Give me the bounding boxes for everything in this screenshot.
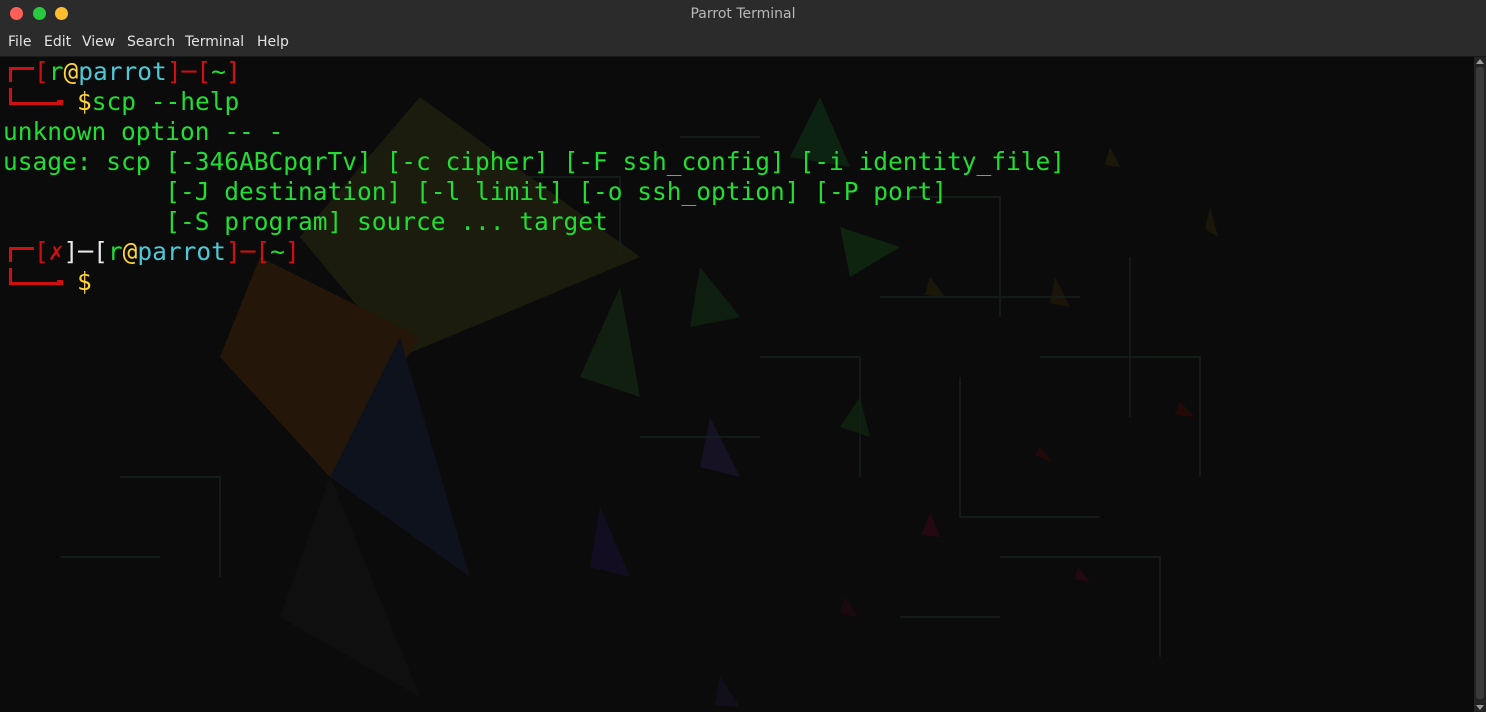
command-line-2[interactable]: $ xyxy=(77,267,92,297)
menu-view[interactable]: View xyxy=(82,34,115,50)
menu-edit[interactable]: Edit xyxy=(44,34,71,50)
menu-file[interactable]: File xyxy=(8,34,31,50)
prompt-dir: ~ xyxy=(211,57,226,86)
output-line-1: unknown option -- - xyxy=(3,117,284,146)
menu-search[interactable]: Search xyxy=(127,34,175,50)
prompt-dash: ─ xyxy=(240,237,256,266)
bracket: [ xyxy=(93,237,108,266)
prompt-dollar: $ xyxy=(77,87,92,116)
bracket: [ xyxy=(255,237,271,266)
scroll-up-icon[interactable] xyxy=(1476,59,1484,64)
scroll-down-icon[interactable] xyxy=(1476,705,1484,710)
terminal-area[interactable]: [r@parrot]─[~] $scp --help unknown optio… xyxy=(0,57,1474,712)
prompt-dollar: $ xyxy=(77,267,92,296)
prompt-frame-bottom xyxy=(9,268,60,285)
prompt-user: r xyxy=(107,237,123,266)
bracket: ] xyxy=(63,237,79,266)
scrollbar-thumb[interactable] xyxy=(1476,67,1484,699)
prompt-at: @ xyxy=(122,237,138,266)
prompt-host: parrot xyxy=(78,57,167,86)
prompt-line-1: [r@parrot]─[~] xyxy=(34,57,241,87)
bracket: [ xyxy=(34,237,49,266)
title-bar: Parrot Terminal xyxy=(0,0,1486,30)
prompt-dash: ─ xyxy=(78,237,94,266)
prompt-frame-tip xyxy=(57,100,63,105)
prompt-dash: ─ xyxy=(181,57,197,86)
prompt-host: parrot xyxy=(137,237,226,266)
bracket: ] xyxy=(225,237,241,266)
prompt-frame-bottom xyxy=(9,88,60,105)
prompt-user: r xyxy=(48,57,64,86)
scrollbar[interactable] xyxy=(1474,57,1486,712)
prompt-at: @ xyxy=(63,57,79,86)
prompt-dir: ~ xyxy=(270,237,285,266)
output-line-2: usage: scp [-346ABCpqrTv] [-c cipher] [-… xyxy=(3,147,1066,176)
menu-terminal[interactable]: Terminal xyxy=(185,34,244,50)
menu-bar: File Edit View Search Terminal Help xyxy=(0,30,1486,57)
prompt-frame-top xyxy=(9,247,34,262)
output-line-3: [-J destination] [-l limit] [-o ssh_opti… xyxy=(3,177,948,206)
error-mark-icon: ✗ xyxy=(48,237,64,266)
prompt-frame-top xyxy=(9,67,34,82)
prompt-line-2: [✗]─[r@parrot]─[~] xyxy=(34,237,300,267)
prompt-frame-tip xyxy=(57,280,63,285)
bracket: ] xyxy=(284,237,300,266)
menu-help[interactable]: Help xyxy=(257,34,289,50)
bracket: ] xyxy=(166,57,182,86)
output-line-4: [-S program] source ... target xyxy=(3,207,608,236)
window-title: Parrot Terminal xyxy=(690,6,796,22)
command-text: scp --help xyxy=(91,87,240,116)
bracket: [ xyxy=(34,57,49,86)
bracket: ] xyxy=(225,57,241,86)
bracket: [ xyxy=(196,57,212,86)
command-line-1: $scp --help xyxy=(77,87,239,117)
